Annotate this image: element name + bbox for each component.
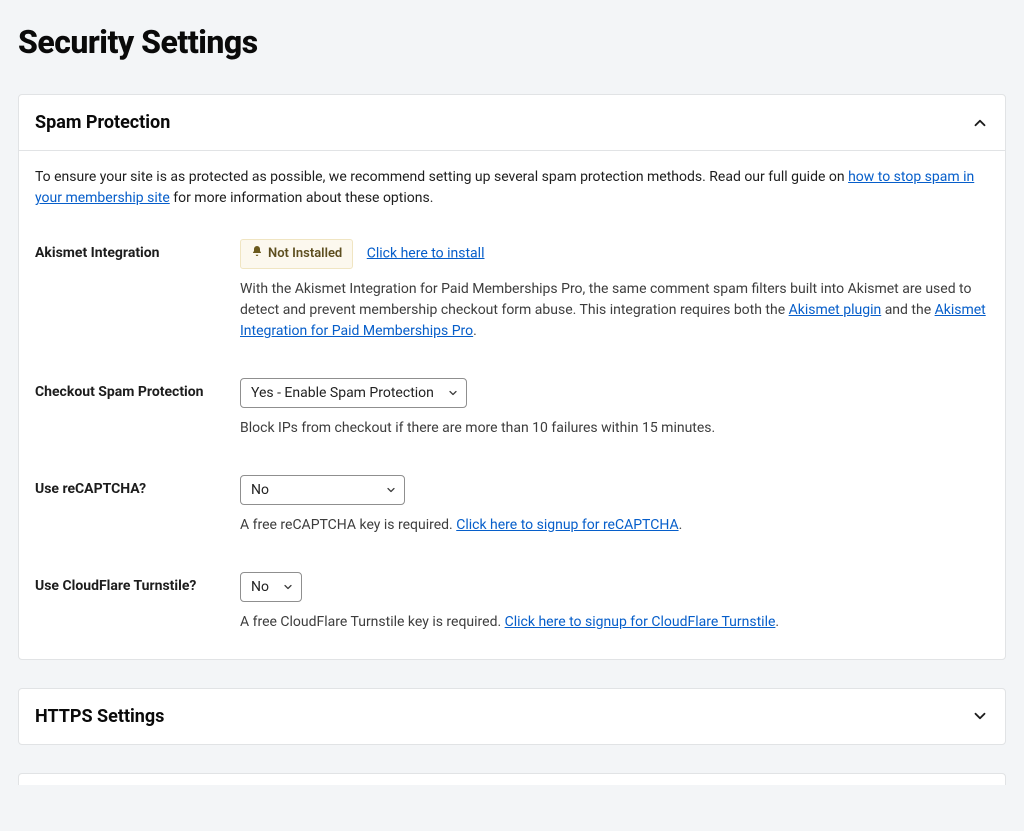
turnstile-label: Use CloudFlare Turnstile? [35, 572, 240, 633]
akismet-row: Akismet Integration Not Installed Click … [35, 239, 989, 342]
turnstile-select[interactable]: No [240, 572, 302, 602]
spam-protection-title: Spam Protection [35, 109, 170, 136]
checkout-spam-select-wrap: Yes - Enable Spam Protection [240, 378, 467, 408]
akismet-label: Akismet Integration [35, 239, 240, 342]
recaptcha-desc: A free reCAPTCHA key is required. Click … [240, 515, 989, 536]
chevron-up-icon [971, 114, 989, 132]
recaptcha-desc-post: . [679, 517, 683, 533]
akismet-install-link[interactable]: Click here to install [367, 245, 485, 261]
https-settings-header[interactable]: HTTPS Settings [19, 689, 1005, 744]
checkout-spam-row: Checkout Spam Protection Yes - Enable Sp… [35, 378, 989, 439]
turnstile-signup-link[interactable]: Click here to signup for CloudFlare Turn… [505, 614, 776, 630]
page-title: Security Settings [18, 18, 1006, 66]
akismet-desc: With the Akismet Integration for Paid Me… [240, 279, 989, 342]
next-panel-peek [18, 773, 1006, 785]
recaptcha-select[interactable]: No [240, 475, 405, 505]
turnstile-desc: A free CloudFlare Turnstile key is requi… [240, 612, 989, 633]
spam-intro-text-pre: To ensure your site is as protected as p… [35, 169, 848, 185]
checkout-spam-content: Yes - Enable Spam Protection Block IPs f… [240, 378, 989, 439]
not-installed-badge: Not Installed [240, 239, 353, 269]
checkout-spam-select[interactable]: Yes - Enable Spam Protection [240, 378, 467, 408]
turnstile-content: No A free CloudFlare Turnstile key is re… [240, 572, 989, 633]
checkout-spam-label: Checkout Spam Protection [35, 378, 240, 439]
not-installed-text: Not Installed [268, 244, 342, 264]
https-settings-title: HTTPS Settings [35, 703, 164, 730]
turnstile-select-wrap: No [240, 572, 302, 602]
turnstile-row: Use CloudFlare Turnstile? No A free Clou… [35, 572, 989, 633]
recaptcha-select-wrap: No [240, 475, 405, 505]
spam-protection-body: To ensure your site is as protected as p… [19, 151, 1005, 659]
akismet-plugin-link[interactable]: Akismet plugin [789, 302, 882, 318]
akismet-desc-mid: and the [881, 302, 934, 318]
recaptcha-row: Use reCAPTCHA? No A free reCAPTCHA key i… [35, 475, 989, 536]
recaptcha-content: No A free reCAPTCHA key is required. Cli… [240, 475, 989, 536]
recaptcha-desc-pre: A free reCAPTCHA key is required. [240, 517, 456, 533]
recaptcha-label: Use reCAPTCHA? [35, 475, 240, 536]
spam-protection-header[interactable]: Spam Protection [19, 95, 1005, 151]
akismet-content: Not Installed Click here to install With… [240, 239, 989, 342]
chevron-down-icon [971, 707, 989, 725]
bell-icon [251, 244, 263, 264]
checkout-spam-desc: Block IPs from checkout if there are mor… [240, 418, 989, 439]
recaptcha-signup-link[interactable]: Click here to signup for reCAPTCHA [456, 517, 678, 533]
turnstile-desc-pre: A free CloudFlare Turnstile key is requi… [240, 614, 505, 630]
spam-protection-panel: Spam Protection To ensure your site is a… [18, 94, 1006, 660]
turnstile-desc-post: . [775, 614, 779, 630]
https-settings-panel: HTTPS Settings [18, 688, 1006, 745]
spam-intro: To ensure your site is as protected as p… [35, 167, 989, 209]
spam-intro-text-post: for more information about these options… [170, 190, 434, 206]
akismet-desc-post: . [473, 323, 477, 339]
